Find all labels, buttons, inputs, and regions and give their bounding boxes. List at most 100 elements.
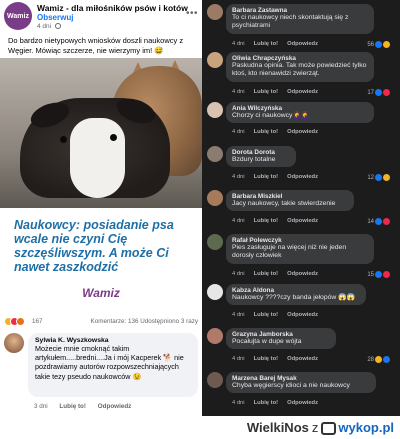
avatar[interactable]	[4, 333, 24, 353]
reply-button[interactable]: Odpowiedz	[287, 129, 318, 135]
avatar[interactable]	[207, 102, 223, 118]
heart-reaction-icon	[383, 271, 390, 278]
comment-time[interactable]: 4 dni	[232, 356, 245, 362]
reply-button[interactable]: Odpowiedz	[287, 89, 318, 95]
comments-panel: Barbara Zastawna To ci naukowcy niech sk…	[202, 0, 400, 416]
comment-text: To ci naukowcy niech skontaktują się z p…	[232, 14, 349, 30]
globe-icon	[54, 23, 61, 30]
like-button[interactable]: Lubię to!	[254, 129, 278, 135]
avatar[interactable]	[207, 4, 223, 20]
comment-time[interactable]: 4 dni	[232, 174, 245, 180]
comment-actions: 4 dni Lubię to! Odpowiedz	[232, 174, 327, 180]
comment-bubble: Grazyna Jamborska Pocałujta w dupe wójta	[226, 328, 336, 350]
reaction-count[interactable]: 17	[367, 89, 390, 96]
comment-time[interactable]: 3 dni	[34, 403, 48, 410]
avatar[interactable]	[207, 372, 223, 388]
avatar[interactable]	[207, 234, 223, 250]
comment-bubble: Marzena Barej Mysak Chyba węgierscy idio…	[226, 372, 376, 394]
commenter-name[interactable]: Barbara Zastawna	[232, 7, 368, 14]
comment-bubble: Barbara Miszkiel Jacy naukowcy, takie st…	[226, 190, 354, 212]
reaction-count[interactable]: 56	[367, 41, 390, 48]
comment-bubble: Oliwia Chrapczyńska Paskudna opinia. Tak…	[226, 52, 374, 82]
commenter-name[interactable]: Dorota Dorota	[232, 149, 290, 156]
avatar[interactable]	[207, 146, 223, 162]
comment-text: Możecie mnie cmoknąć takim artykułem....…	[35, 344, 184, 381]
commenter-name[interactable]: Rafał Polewczyk	[232, 237, 368, 244]
commenter-name[interactable]: Barbara Miszkiel	[232, 193, 348, 200]
reply-button[interactable]: Odpowiedz	[287, 41, 318, 47]
reply-button[interactable]: Odpowiedz	[287, 356, 318, 362]
like-button[interactable]: Lubię to!	[254, 400, 278, 406]
like-button[interactable]: Lubię to!	[254, 218, 278, 224]
comments-shares-count[interactable]: Komentarze: 136 Udostępniono 3 razy	[91, 318, 198, 325]
author-name: WielkiNos	[246, 420, 309, 435]
comment-time[interactable]: 4 dni	[232, 89, 245, 95]
link-preview[interactable]: Naukowcy: posiadanie psa wcale nie czyni…	[0, 208, 202, 311]
avatar[interactable]	[207, 284, 223, 300]
post-timestamp[interactable]: 4 dni	[37, 23, 61, 30]
comment-bubble: Dorota Dorota Bzdury totalne	[226, 146, 296, 168]
watermark-text: WielkiNos z wykop.pl	[246, 420, 394, 436]
like-button[interactable]: Lubię to!	[254, 356, 278, 362]
reply-button[interactable]: Odpowiedz	[287, 218, 318, 224]
article-headline: Naukowcy: posiadanie psa wcale nie czyni…	[14, 218, 174, 274]
commenter-name[interactable]: Kabza Aldona	[232, 287, 360, 294]
reaction-count[interactable]: 12	[367, 174, 390, 181]
reply-button[interactable]: Odpowiedz	[287, 271, 318, 277]
like-reaction-icon	[375, 271, 382, 278]
like-reaction-icon	[383, 356, 390, 363]
avatar[interactable]	[207, 52, 223, 68]
like-reaction-icon	[375, 174, 382, 181]
reaction-count[interactable]: 14	[367, 218, 390, 225]
comment-actions: 4 dni Lubię to! Odpowiedz	[232, 129, 327, 135]
comment-time[interactable]: 4 dni	[232, 312, 245, 318]
reaction-count[interactable]: 28	[367, 356, 390, 363]
comment-actions: 4 dni Lubię to! Odpowiedz	[232, 89, 327, 95]
page-name-link[interactable]: Wamiz - dla miłośników psów i kotów	[37, 3, 188, 13]
comment-text: Chorzy ci naukowcy🤦‍♀️🤦‍♀️	[232, 112, 310, 119]
comment-time[interactable]: 4 dni	[232, 218, 245, 224]
comment-text: Jacy naukowcy, takie stwierdzenie	[232, 200, 336, 207]
reply-button[interactable]: Odpowiedz	[287, 312, 318, 318]
post-photo[interactable]	[0, 58, 202, 208]
like-button[interactable]: Lubię to!	[254, 41, 278, 47]
commenter-name[interactable]: Sylwia K. Wyszkowska	[35, 337, 191, 344]
comment-bubble: Barbara Zastawna To ci naukowcy niech sk…	[226, 4, 374, 34]
like-reaction-icon	[375, 41, 382, 48]
comment-actions: 4 dni Lubię to! Odpowiedz	[232, 271, 327, 277]
commenter-name[interactable]: Marzena Barej Mysak	[232, 375, 370, 382]
reply-button[interactable]: Odpowiedz	[287, 400, 318, 406]
commenter-name[interactable]: Grazyna Jamborska	[232, 331, 330, 338]
follow-button[interactable]: Obserwuj	[37, 13, 73, 22]
dog-eye-shape	[110, 134, 117, 141]
haha-reaction-icon	[383, 41, 390, 48]
like-button[interactable]: Lubię to!	[59, 403, 86, 410]
comment-time[interactable]: 4 dni	[232, 271, 245, 277]
heart-reaction-icon	[383, 218, 390, 225]
comment-actions: 4 dni Lubię to! Odpowiedz	[232, 356, 327, 362]
reaction-count[interactable]: 167	[32, 318, 43, 325]
like-button[interactable]: Lubię to!	[254, 312, 278, 318]
comment-actions: 3 dni Lubię to! Odpowiedz	[34, 403, 141, 410]
like-button[interactable]: Lubię to!	[254, 174, 278, 180]
comment-actions: 4 dni Lubię to! Odpowiedz	[232, 218, 327, 224]
comment-time[interactable]: 4 dni	[232, 400, 245, 406]
wamiz-brand-logo: Wamiz	[82, 286, 120, 300]
wykop-watermark: WielkiNos z wykop.pl	[0, 416, 400, 439]
more-options-icon[interactable]: •••	[186, 8, 198, 19]
reply-button[interactable]: Odpowiedz	[287, 174, 318, 180]
reply-button[interactable]: Odpowiedz	[98, 403, 132, 410]
like-button[interactable]: Lubię to!	[254, 271, 278, 277]
page-avatar[interactable]: Wamiz	[4, 2, 32, 30]
commenter-name[interactable]: Oliwia Chrapczyńska	[232, 55, 368, 62]
post-header: Wamiz Wamiz - dla miłośników psów i kotó…	[4, 2, 200, 32]
reaction-count[interactable]: 15	[367, 271, 390, 278]
reaction-icons[interactable]	[4, 317, 25, 326]
avatar[interactable]	[207, 328, 223, 344]
avatar[interactable]	[207, 190, 223, 206]
wamiz-post: Wamiz Wamiz - dla miłośników psów i kotó…	[0, 0, 202, 416]
comment-time[interactable]: 4 dni	[232, 129, 245, 135]
like-button[interactable]: Lubię to!	[254, 89, 278, 95]
commenter-name[interactable]: Ania Wilczyńska	[232, 105, 368, 112]
comment-time[interactable]: 4 dni	[232, 41, 245, 47]
